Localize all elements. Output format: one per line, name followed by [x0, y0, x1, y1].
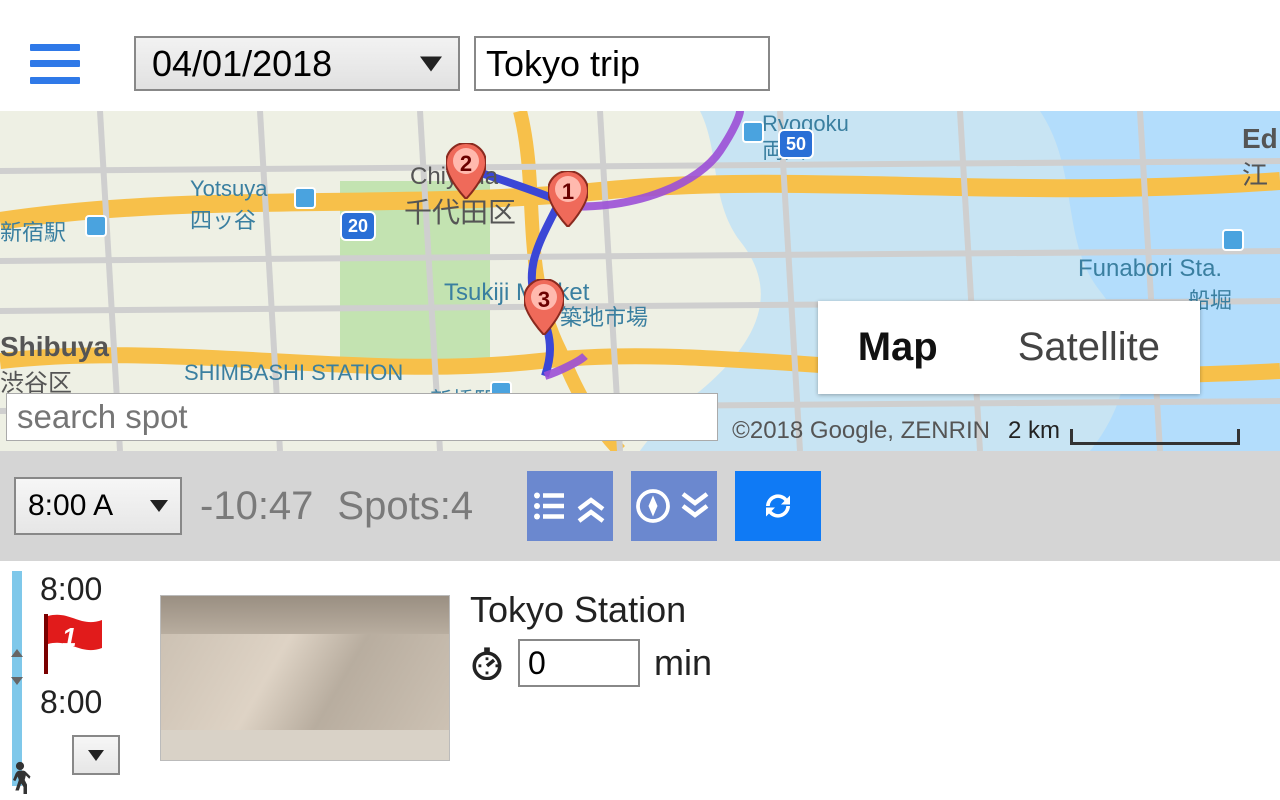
- time-column: 8:00 1 8:00: [36, 571, 140, 786]
- duration-row: min: [470, 639, 712, 687]
- map-label: 築地市場: [560, 300, 648, 332]
- map-label: 四ッ谷: [190, 203, 256, 235]
- refresh-button[interactable]: [735, 471, 821, 541]
- train-icon: [742, 121, 764, 143]
- walk-icon: [6, 761, 34, 799]
- map-label: Funabori Sta.: [1078, 255, 1222, 283]
- map-label: Shibuya: [0, 331, 109, 363]
- trip-name-input[interactable]: [474, 36, 770, 91]
- reorder-handle-icon[interactable]: [5, 647, 29, 687]
- map-type-map[interactable]: Map: [818, 301, 978, 394]
- train-icon: [85, 215, 107, 237]
- date-select[interactable]: 04/01/2018: [134, 36, 460, 91]
- chevron-up-double-icon: [573, 488, 609, 524]
- map-credit: ©2018 Google, ZENRIN 2 km: [732, 417, 1240, 445]
- expand-panel-button[interactable]: [631, 471, 717, 541]
- pin-number: 3: [524, 287, 564, 313]
- start-time-value: 8:00 A: [28, 489, 113, 523]
- train-icon: [1222, 229, 1244, 251]
- map-label: SHIMBASHI STATION: [184, 360, 403, 386]
- map-canvas[interactable]: Chiyoda 千代田区 Tsukiji Market 築地市場 Shibuya…: [0, 111, 1280, 451]
- spot-flag[interactable]: 1: [40, 614, 110, 674]
- spot-thumbnail[interactable]: [160, 595, 450, 761]
- flag-number: 1: [62, 622, 76, 653]
- spot-title: Tokyo Station: [470, 589, 712, 631]
- list-icon: [531, 488, 567, 524]
- transport-mode-select[interactable]: [72, 735, 120, 775]
- timeline-rail: [0, 571, 36, 786]
- train-icon: [294, 187, 316, 209]
- time-start: 8:00: [40, 571, 102, 608]
- chevron-down-icon: [150, 500, 168, 512]
- spot-info: Tokyo Station min: [470, 571, 712, 786]
- pin-number: 2: [446, 151, 486, 177]
- map-label: 江: [1242, 155, 1268, 192]
- duration-unit: min: [654, 642, 712, 684]
- spots-count: Spots:4: [337, 484, 473, 529]
- chevron-down-double-icon: [677, 488, 713, 524]
- chevron-down-icon: [420, 56, 442, 71]
- pin-number: 1: [548, 179, 588, 205]
- scale-bar: [1070, 429, 1240, 445]
- map-type-toggle: Map Satellite: [818, 301, 1200, 394]
- time-offset: -10:47: [200, 484, 313, 529]
- credit-text: ©2018 Google, ZENRIN: [732, 417, 990, 445]
- map-scale: 2 km: [1008, 417, 1240, 445]
- search-spot-input[interactable]: [6, 393, 718, 441]
- map-type-satellite[interactable]: Satellite: [978, 301, 1200, 394]
- refresh-icon: [760, 488, 796, 524]
- route-shield: 50: [778, 129, 814, 159]
- collapse-list-button[interactable]: [527, 471, 613, 541]
- header: 04/01/2018: [0, 0, 1280, 111]
- map-pin-3[interactable]: 3: [524, 279, 564, 335]
- map-label: 新宿駅: [0, 215, 66, 247]
- duration-input[interactable]: [518, 639, 640, 687]
- transport-row: [40, 735, 120, 775]
- compass-icon: [635, 488, 671, 524]
- itinerary-item: 8:00 1 8:00 Tokyo Station min: [0, 561, 1280, 786]
- time-end: 8:00: [40, 684, 102, 721]
- scale-label: 2 km: [1008, 417, 1060, 445]
- controls-bar: 8:00 A -10:47 Spots:4: [0, 451, 1280, 561]
- map-label: Ed: [1242, 123, 1278, 155]
- date-value: 04/01/2018: [152, 43, 332, 85]
- start-time-select[interactable]: 8:00 A: [14, 477, 182, 535]
- map-pin-1[interactable]: 1: [548, 171, 588, 227]
- chevron-down-icon: [88, 750, 104, 761]
- map-label: Yotsuya: [190, 176, 267, 202]
- stopwatch-icon: [470, 646, 504, 680]
- route-shield: 20: [340, 211, 376, 241]
- map-pin-2[interactable]: 2: [446, 143, 486, 199]
- menu-icon[interactable]: [30, 44, 80, 84]
